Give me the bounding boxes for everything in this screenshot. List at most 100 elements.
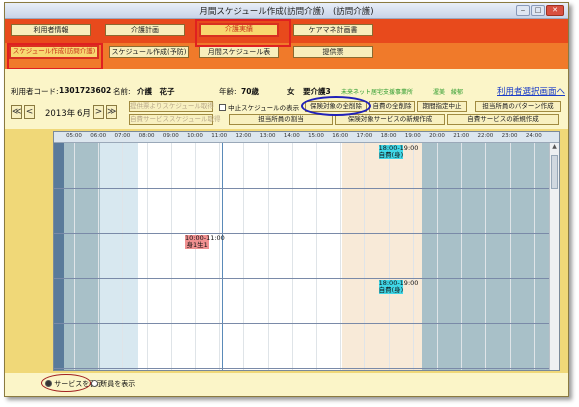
schedule-event[interactable]: 18:00-19:00 自費(身) xyxy=(378,280,418,294)
hour-gridline xyxy=(437,143,438,370)
user-sex: 女 xyxy=(287,87,295,96)
staff-pattern-button[interactable]: 担当所員のパターン作成 xyxy=(475,101,561,112)
hour-label: 23:00 xyxy=(501,133,518,139)
user-code-label: 利用者コード: xyxy=(11,87,59,96)
menu-user-info[interactable]: 利用者情報 xyxy=(11,24,91,36)
show-staff-label: 所員を表示 xyxy=(100,380,136,388)
day-separator xyxy=(54,368,549,369)
hour-gridline xyxy=(388,143,390,370)
hour-gridline xyxy=(267,143,269,370)
schedule-event[interactable]: 18:00-19:00 自費(身) xyxy=(378,145,418,159)
menu-service-slip[interactable]: 提供票 xyxy=(293,46,373,58)
hour-label: 14:00 xyxy=(283,133,300,139)
get-schedule-from-slip-button[interactable]: 提供票よりスケジュール取得 xyxy=(129,101,214,112)
next-month-button[interactable]: > xyxy=(93,105,104,119)
day-separator xyxy=(54,188,549,189)
hour-gridline xyxy=(74,143,75,370)
app-window: 月間スケジュール作成(訪問介護) (訪問介護) ‒ □ ✕ 利用者情報 介護計画… xyxy=(4,2,569,397)
month-label: 6月 xyxy=(77,109,91,119)
menu-caremanager-plan[interactable]: ケアマネ計画書 xyxy=(293,24,373,36)
scroll-up-icon[interactable]: ▲ xyxy=(551,143,558,151)
new-self-pay-service-button[interactable]: 自費サービスの新規作成 xyxy=(447,114,559,125)
hour-label: 10:00 xyxy=(187,133,203,139)
back-to-user-select-link[interactable]: 利用者選択画面へ xyxy=(497,85,565,97)
name-label: 名前: xyxy=(113,87,131,96)
hour-label: 08:00 xyxy=(138,133,155,139)
hour-label: 17:00 xyxy=(356,133,373,139)
hour-gridline xyxy=(219,143,221,370)
evening-band xyxy=(342,143,422,370)
get-self-pay-schedule-button[interactable]: 自費サービススケジュール取得 xyxy=(129,114,221,125)
hour-label: 15:00 xyxy=(308,133,324,139)
schedule-event[interactable]: 10:00-11:00 身1生1 xyxy=(185,235,225,249)
care-level: 要介護3 xyxy=(303,87,331,96)
hour-gridline xyxy=(316,143,317,370)
hour-label: 20:00 xyxy=(429,133,445,139)
user-name: 介護 花子 xyxy=(137,87,175,96)
year-label: 2013年 xyxy=(45,109,76,119)
delete-all-insured-button[interactable]: 保険対象の全削除 xyxy=(305,101,367,112)
event-label: 身1生1 xyxy=(186,241,208,249)
vertical-scrollbar[interactable]: ▲ xyxy=(549,143,559,370)
hour-gridline xyxy=(291,143,293,370)
hour-label: 22:00 xyxy=(477,133,494,139)
hour-gridline xyxy=(122,143,124,370)
schedule-grid[interactable]: 05:00 06:00 07:00 08:00 09:00 10:00 11:00 12:00… xyxy=(53,131,560,371)
user-code: 1301723602 xyxy=(59,86,112,95)
first-month-button[interactable]: ≪ xyxy=(11,105,22,119)
hour-label: 21:00 xyxy=(453,133,470,139)
main-menu: 利用者情報 介護計画 介護実績 ケアマネ計画書 xyxy=(5,19,568,43)
radio-icon[interactable] xyxy=(91,380,98,387)
hour-gridline xyxy=(485,143,487,370)
hour-label: 13:00 xyxy=(259,133,276,139)
menu-schedule-prevention[interactable]: スケジュール作成(予防) xyxy=(109,46,189,58)
scroll-thumb[interactable] xyxy=(551,155,558,189)
hour-label: 12:00 xyxy=(235,133,252,139)
show-staff-radio[interactable]: 所員を表示 xyxy=(91,379,135,389)
hour-label: 18:00 xyxy=(380,133,397,139)
early-band xyxy=(100,143,138,370)
day-gutter xyxy=(54,132,64,370)
hour-gridline xyxy=(243,143,245,370)
hour-label: 19:00 xyxy=(404,133,421,139)
day-separator xyxy=(54,323,549,324)
radio-selected-icon[interactable] xyxy=(45,380,52,387)
sub-menu: スケジュール作成(訪問介護) スケジュール作成(予防) 月間スケジュール表 提供… xyxy=(5,43,568,69)
bottom-panel: サービスを表示 所員を表示 xyxy=(5,373,568,396)
hour-gridline xyxy=(509,143,511,370)
prev-month-button[interactable]: < xyxy=(24,105,35,119)
age-label: 年齢: xyxy=(219,87,237,96)
hour-label: 06:00 xyxy=(90,133,107,139)
day-separator xyxy=(54,233,549,234)
hour-gridline xyxy=(533,143,535,370)
user-age: 70歳 xyxy=(241,87,259,96)
maximize-icon[interactable]: □ xyxy=(531,5,545,16)
hour-gridline xyxy=(146,143,148,370)
hour-gridline xyxy=(340,143,342,370)
title-bar: 月間スケジュール作成(訪問介護) (訪問介護) ‒ □ ✕ xyxy=(5,3,568,19)
hour-gridline xyxy=(195,143,196,370)
event-label: 自費(身) xyxy=(378,151,404,159)
hour-gridline xyxy=(461,143,463,370)
menu-care-plan[interactable]: 介護計画 xyxy=(105,24,185,36)
hour-label: 16:00 xyxy=(332,133,349,139)
assign-staff-button[interactable]: 担当所員の割当 xyxy=(229,114,333,125)
hour-gridline xyxy=(170,143,172,370)
show-cancelled-label: 中止スケジュールの表示 xyxy=(228,104,300,112)
hour-label: 11:00 xyxy=(211,133,228,139)
menu-schedule-visit-care[interactable]: スケジュール作成(訪問介護) xyxy=(9,45,99,59)
hour-label: 24:00 xyxy=(525,133,542,139)
hour-gridline xyxy=(98,143,100,370)
period-stop-button[interactable]: 期間指定中止 xyxy=(417,101,467,112)
show-cancelled-checkbox[interactable]: 中止スケジュールの表示 xyxy=(219,102,299,112)
close-icon[interactable]: ✕ xyxy=(546,5,564,16)
minimize-icon[interactable]: ‒ xyxy=(516,5,530,16)
hour-label: 05:00 xyxy=(66,133,82,139)
menu-monthly-schedule[interactable]: 月間スケジュール表 xyxy=(199,46,279,58)
checkbox-icon[interactable] xyxy=(219,104,226,111)
delete-all-self-pay-button[interactable]: 自費の全削除 xyxy=(369,101,415,112)
last-month-button[interactable]: ≫ xyxy=(106,105,117,119)
menu-care-record[interactable]: 介護実績 xyxy=(199,23,279,37)
day-separator xyxy=(54,278,549,279)
new-insured-service-button[interactable]: 保険対象サービスの新規作成 xyxy=(335,114,445,125)
